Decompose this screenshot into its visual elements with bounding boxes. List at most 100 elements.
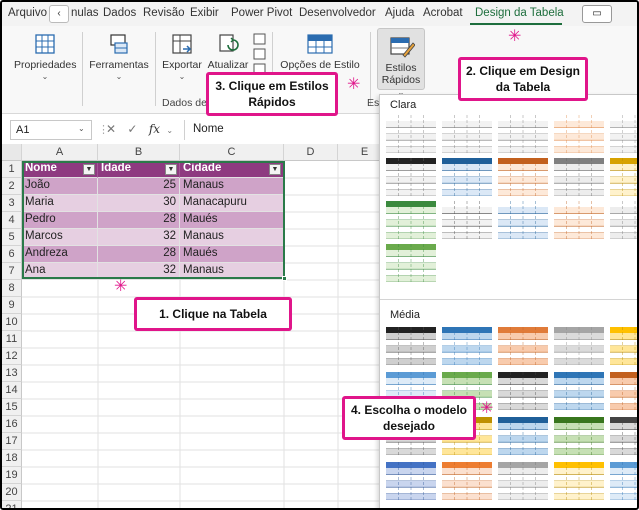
exportar-button[interactable]: Exportar ⌄ bbox=[160, 32, 204, 83]
table-cell[interactable]: Ana bbox=[22, 263, 98, 280]
column-header[interactable]: C bbox=[180, 144, 284, 161]
table-style-swatch[interactable] bbox=[442, 327, 492, 366]
row-header[interactable]: 3 bbox=[2, 195, 22, 212]
table-cell[interactable]: Maués bbox=[180, 212, 284, 229]
table-cell[interactable]: Pedro bbox=[22, 212, 98, 229]
table-style-swatch[interactable] bbox=[442, 115, 492, 154]
row-header[interactable]: 8 bbox=[2, 280, 22, 297]
row-header[interactable]: 6 bbox=[2, 246, 22, 263]
table-style-swatch[interactable] bbox=[554, 201, 604, 240]
table-style-swatch[interactable] bbox=[610, 327, 637, 366]
tab-arquivo[interactable]: Arquivo bbox=[8, 7, 47, 19]
table-style-swatch[interactable] bbox=[610, 115, 637, 154]
row-header[interactable]: 5 bbox=[2, 229, 22, 246]
select-all-corner[interactable] bbox=[2, 144, 22, 161]
chevron-down-icon[interactable]: ⌄ bbox=[166, 126, 173, 135]
filter-dropdown-icon[interactable]: ▼ bbox=[83, 164, 95, 175]
table-cell[interactable]: 28 bbox=[98, 212, 180, 229]
row-header[interactable]: 11 bbox=[2, 331, 22, 348]
table-cell[interactable]: 32 bbox=[98, 229, 180, 246]
row-header[interactable]: 12 bbox=[2, 348, 22, 365]
ferramentas-button[interactable]: Ferramentas ⌄ bbox=[88, 32, 150, 83]
table-cell[interactable]: 28 bbox=[98, 246, 180, 263]
tab-design-da-tabela[interactable]: Design da Tabela bbox=[475, 7, 564, 19]
row-header[interactable]: 14 bbox=[2, 382, 22, 399]
propriedades-button[interactable]: Propriedades ⌄ bbox=[14, 32, 76, 83]
table-cell[interactable]: Maués bbox=[180, 246, 284, 263]
table-cell[interactable]: Manacapuru bbox=[180, 195, 284, 212]
table-style-swatch[interactable] bbox=[610, 201, 637, 240]
filter-dropdown-icon[interactable]: ▼ bbox=[165, 164, 177, 175]
table-style-swatch[interactable] bbox=[554, 327, 604, 366]
row-header[interactable]: 1 bbox=[2, 161, 22, 178]
table-style-swatch[interactable] bbox=[554, 417, 604, 456]
table-style-swatch[interactable] bbox=[498, 462, 548, 501]
table-style-swatch[interactable] bbox=[498, 158, 548, 197]
tab-revisao[interactable]: Revisão bbox=[143, 7, 185, 19]
table-style-swatch[interactable] bbox=[554, 115, 604, 154]
atualizar-button[interactable]: Atualizar bbox=[205, 32, 251, 71]
row-header[interactable]: 10 bbox=[2, 314, 22, 331]
tab-ajuda[interactable]: Ajuda bbox=[385, 7, 414, 19]
chevron-left-icon[interactable]: ‹ bbox=[49, 5, 69, 23]
fx-icon[interactable]: fx bbox=[149, 122, 160, 136]
row-header[interactable]: 9 bbox=[2, 297, 22, 314]
table-header-cell[interactable]: Cidade ▼ bbox=[180, 161, 284, 178]
row-header[interactable]: 16 bbox=[2, 416, 22, 433]
table-style-swatch[interactable] bbox=[554, 372, 604, 411]
chevron-down-icon[interactable]: ⌄ bbox=[78, 124, 85, 133]
row-header[interactable]: 17 bbox=[2, 433, 22, 450]
table-cell[interactable]: João bbox=[22, 178, 98, 195]
table-cell[interactable]: Manaus bbox=[180, 178, 284, 195]
table-style-swatch[interactable] bbox=[386, 327, 436, 366]
row-header[interactable]: 4 bbox=[2, 212, 22, 229]
table-style-swatch[interactable] bbox=[498, 327, 548, 366]
table-cell[interactable]: Marcos bbox=[22, 229, 98, 246]
column-header[interactable]: E bbox=[338, 144, 382, 161]
table-style-swatch[interactable] bbox=[498, 115, 548, 154]
column-header[interactable]: B bbox=[98, 144, 180, 161]
table-style-swatch[interactable] bbox=[386, 158, 436, 197]
table-style-swatch[interactable] bbox=[442, 462, 492, 501]
formula-input[interactable]: Nome bbox=[184, 120, 384, 140]
tab-desenvolvedor[interactable]: Desenvolvedor bbox=[299, 7, 376, 19]
row-header[interactable]: 18 bbox=[2, 450, 22, 467]
column-header[interactable]: A bbox=[22, 144, 98, 161]
row-header[interactable]: 19 bbox=[2, 467, 22, 484]
table-style-swatch[interactable] bbox=[610, 417, 637, 456]
table-cell[interactable]: 32 bbox=[98, 263, 180, 280]
table-style-swatch[interactable] bbox=[610, 158, 637, 197]
estilos-rapidos-button[interactable]: Estilos Rápidos ⌄ bbox=[377, 28, 425, 97]
table-style-swatch[interactable] bbox=[442, 158, 492, 197]
row-header[interactable]: 15 bbox=[2, 399, 22, 416]
tab-acrobat[interactable]: Acrobat bbox=[423, 7, 463, 19]
row-header[interactable]: 7 bbox=[2, 263, 22, 280]
comment-icon[interactable]: ▭ bbox=[582, 5, 612, 23]
confirm-icon[interactable]: ✓ bbox=[127, 122, 137, 136]
table-cell[interactable]: Maria bbox=[22, 195, 98, 212]
table-style-swatch[interactable] bbox=[554, 158, 604, 197]
table-style-swatch[interactable] bbox=[386, 115, 436, 154]
table-cell[interactable]: Manaus bbox=[180, 263, 284, 280]
table-cell[interactable]: 30 bbox=[98, 195, 180, 212]
table-style-swatch[interactable] bbox=[498, 201, 548, 240]
column-header[interactable]: D bbox=[284, 144, 338, 161]
table-style-swatch[interactable] bbox=[386, 462, 436, 501]
tab-dados[interactable]: Dados bbox=[103, 7, 136, 19]
row-header[interactable]: 21 bbox=[2, 501, 22, 508]
row-header[interactable]: 13 bbox=[2, 365, 22, 382]
table-cell[interactable]: Manaus bbox=[180, 229, 284, 246]
table-cell[interactable]: Andreza bbox=[22, 246, 98, 263]
row-header[interactable]: 2 bbox=[2, 178, 22, 195]
table-style-swatch[interactable] bbox=[386, 201, 436, 240]
table-header-cell[interactable]: Idade ▼ bbox=[98, 161, 180, 178]
table-style-swatch[interactable] bbox=[610, 372, 637, 411]
table-style-swatch[interactable] bbox=[610, 462, 637, 501]
row-header[interactable]: 20 bbox=[2, 484, 22, 501]
filter-dropdown-icon[interactable]: ▼ bbox=[269, 164, 281, 175]
table-style-swatch[interactable] bbox=[498, 372, 548, 411]
table-resize-handle[interactable] bbox=[282, 276, 287, 281]
table-header-cell[interactable]: Nome ▼ bbox=[22, 161, 98, 178]
cancel-icon[interactable]: ✕ bbox=[106, 122, 116, 136]
tab-formulas[interactable]: nulas bbox=[71, 7, 99, 19]
